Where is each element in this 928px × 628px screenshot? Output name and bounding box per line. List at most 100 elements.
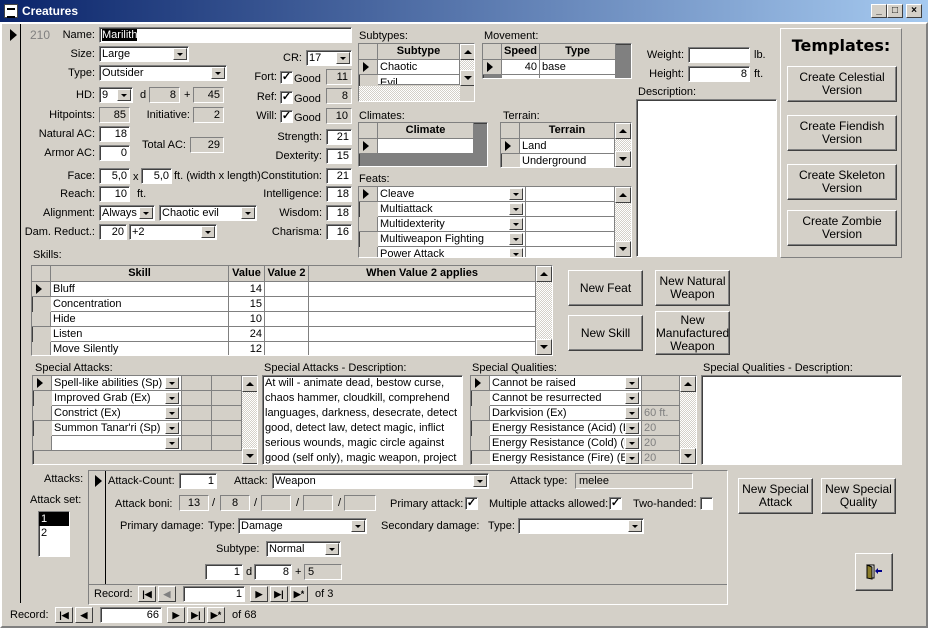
dexterity-field[interactable]: 15 [326,148,352,164]
damage-subtype-dropdown[interactable]: Normal [266,541,341,557]
create-skeleton-button[interactable]: Create Skeleton Version [787,164,897,200]
record-number-field[interactable]: 66 [100,607,162,623]
feat-cell[interactable]: Multidexterity [378,217,526,232]
scroll-up-icon[interactable] [680,376,696,392]
damage-reduction-field[interactable]: 20 [99,224,127,240]
chevron-down-icon[interactable] [509,188,523,200]
vertical-scrollbar[interactable] [242,376,257,464]
feat-note-cell[interactable] [526,202,615,217]
minimize-button[interactable]: _ [871,4,887,18]
row-selector[interactable] [501,139,520,154]
skill-value2-cell[interactable] [265,282,309,297]
reach-field[interactable]: 10 [99,186,130,202]
special-attacks-description-field[interactable]: At will - animate dead, bestow curse, ch… [262,375,463,465]
maximize-button[interactable]: □ [887,4,903,18]
chevron-down-icon[interactable] [165,392,179,404]
row-selector[interactable] [359,139,378,154]
attack-dropdown[interactable]: Weapon [272,473,489,489]
special-quality-cell[interactable]: Energy Resistance (Acid) (E [490,421,642,436]
new-skill-button[interactable]: New Skill [568,315,643,351]
vertical-scrollbar[interactable] [460,44,474,86]
chevron-down-icon[interactable] [625,377,639,389]
scroll-down-icon[interactable] [680,448,696,464]
row-selector[interactable] [359,60,378,75]
skill-cell[interactable]: Move Silently [51,342,229,355]
skill-cell[interactable]: Hide [51,312,229,327]
special-quality-cell[interactable]: Energy Resistance (Cold) (E [490,436,642,451]
new-special-attack-button[interactable]: New Special Attack [738,478,813,514]
damage-type-dropdown[interactable]: Damage [238,518,367,534]
subtype-cell[interactable]: Evil [378,75,460,85]
secondary-type-dropdown[interactable] [518,518,644,534]
weight-field[interactable] [688,47,750,63]
attack-set-item[interactable]: 1 [39,512,69,526]
row-selector[interactable] [471,376,490,391]
skill-when-cell[interactable] [309,342,536,355]
chevron-down-icon[interactable] [625,437,639,449]
chevron-down-icon[interactable] [173,48,187,60]
next-record-icon[interactable]: ▶ [167,607,185,623]
skill-cell[interactable]: Bluff [51,282,229,297]
close-button[interactable]: × [906,4,922,18]
row-selector[interactable] [471,406,490,421]
new-record-icon[interactable]: ▶* [207,607,225,623]
chevron-down-icon[interactable] [165,407,179,419]
vertical-scrollbar[interactable] [680,376,696,464]
chevron-down-icon[interactable] [165,437,179,449]
previous-record-icon[interactable]: ◀ [158,586,176,602]
skill-when-cell[interactable] [309,297,536,312]
skill-when-cell[interactable] [309,312,536,327]
special-quality-cell[interactable]: Energy Resistance (Fire) (Ex [490,451,642,464]
scroll-up-icon[interactable] [615,123,631,139]
name-field[interactable]: Marilith [99,27,352,43]
chevron-down-icon[interactable] [509,218,523,230]
wisdom-field[interactable]: 18 [326,205,352,221]
attack-set-item[interactable]: 2 [39,526,69,540]
row-selector[interactable] [471,436,490,451]
chevron-down-icon[interactable] [473,475,487,487]
feat-note-cell[interactable] [526,232,615,247]
constitution-field[interactable]: 21 [326,168,352,184]
chevron-down-icon[interactable] [117,89,131,101]
ref-good-checkbox[interactable]: ✓ [280,91,293,104]
chevron-down-icon[interactable] [165,377,179,389]
new-record-icon[interactable]: ▶* [290,586,308,602]
chevron-down-icon[interactable] [625,452,639,464]
chevron-down-icon[interactable] [625,407,639,419]
scroll-up-icon[interactable] [615,187,631,203]
two-handed-checkbox[interactable] [700,497,713,510]
charisma-field[interactable]: 16 [326,224,352,240]
first-record-icon[interactable]: |◀ [138,586,156,602]
type-dropdown[interactable]: Outsider [99,65,227,81]
description-field[interactable] [636,99,777,257]
special-attack-cell[interactable]: Improved Grab (Ex) [52,391,182,406]
row-selector[interactable] [359,217,378,232]
speed-new-cell[interactable] [502,75,540,78]
multiple-attacks-checkbox[interactable]: ✓ [609,497,622,510]
damage-reduction-type-dropdown[interactable]: +2 [129,224,217,240]
feat-cell[interactable]: Multiweapon Fighting [378,232,526,247]
row-selector[interactable] [33,436,52,451]
height-field[interactable]: 8 [688,66,750,82]
record-selector[interactable] [4,24,21,603]
new-feat-button[interactable]: New Feat [568,270,643,306]
chevron-down-icon[interactable] [201,226,215,238]
row-selector[interactable] [359,187,378,202]
last-record-icon[interactable]: ▶| [270,586,288,602]
chevron-down-icon[interactable] [165,422,179,434]
attack-set-list[interactable]: 1 2 [38,511,70,557]
special-attack-cell[interactable]: Summon Tanar'ri (Sp) [52,421,182,436]
skill-when-cell[interactable] [309,282,536,297]
row-selector[interactable] [32,342,51,355]
create-fiendish-button[interactable]: Create Fiendish Version [787,115,897,151]
alignment-dropdown[interactable]: Chaotic evil [159,205,257,221]
feat-note-cell[interactable] [526,187,615,202]
subform-record-number[interactable]: 1 [183,586,245,602]
feat-note-cell[interactable] [526,247,615,257]
will-good-checkbox[interactable]: ✓ [280,110,293,123]
vertical-scrollbar[interactable] [536,266,552,355]
type-cell[interactable]: base [540,60,616,75]
skill-value-cell[interactable]: 14 [229,282,265,297]
skill-value-cell[interactable]: 10 [229,312,265,327]
skill-value2-cell[interactable] [265,297,309,312]
